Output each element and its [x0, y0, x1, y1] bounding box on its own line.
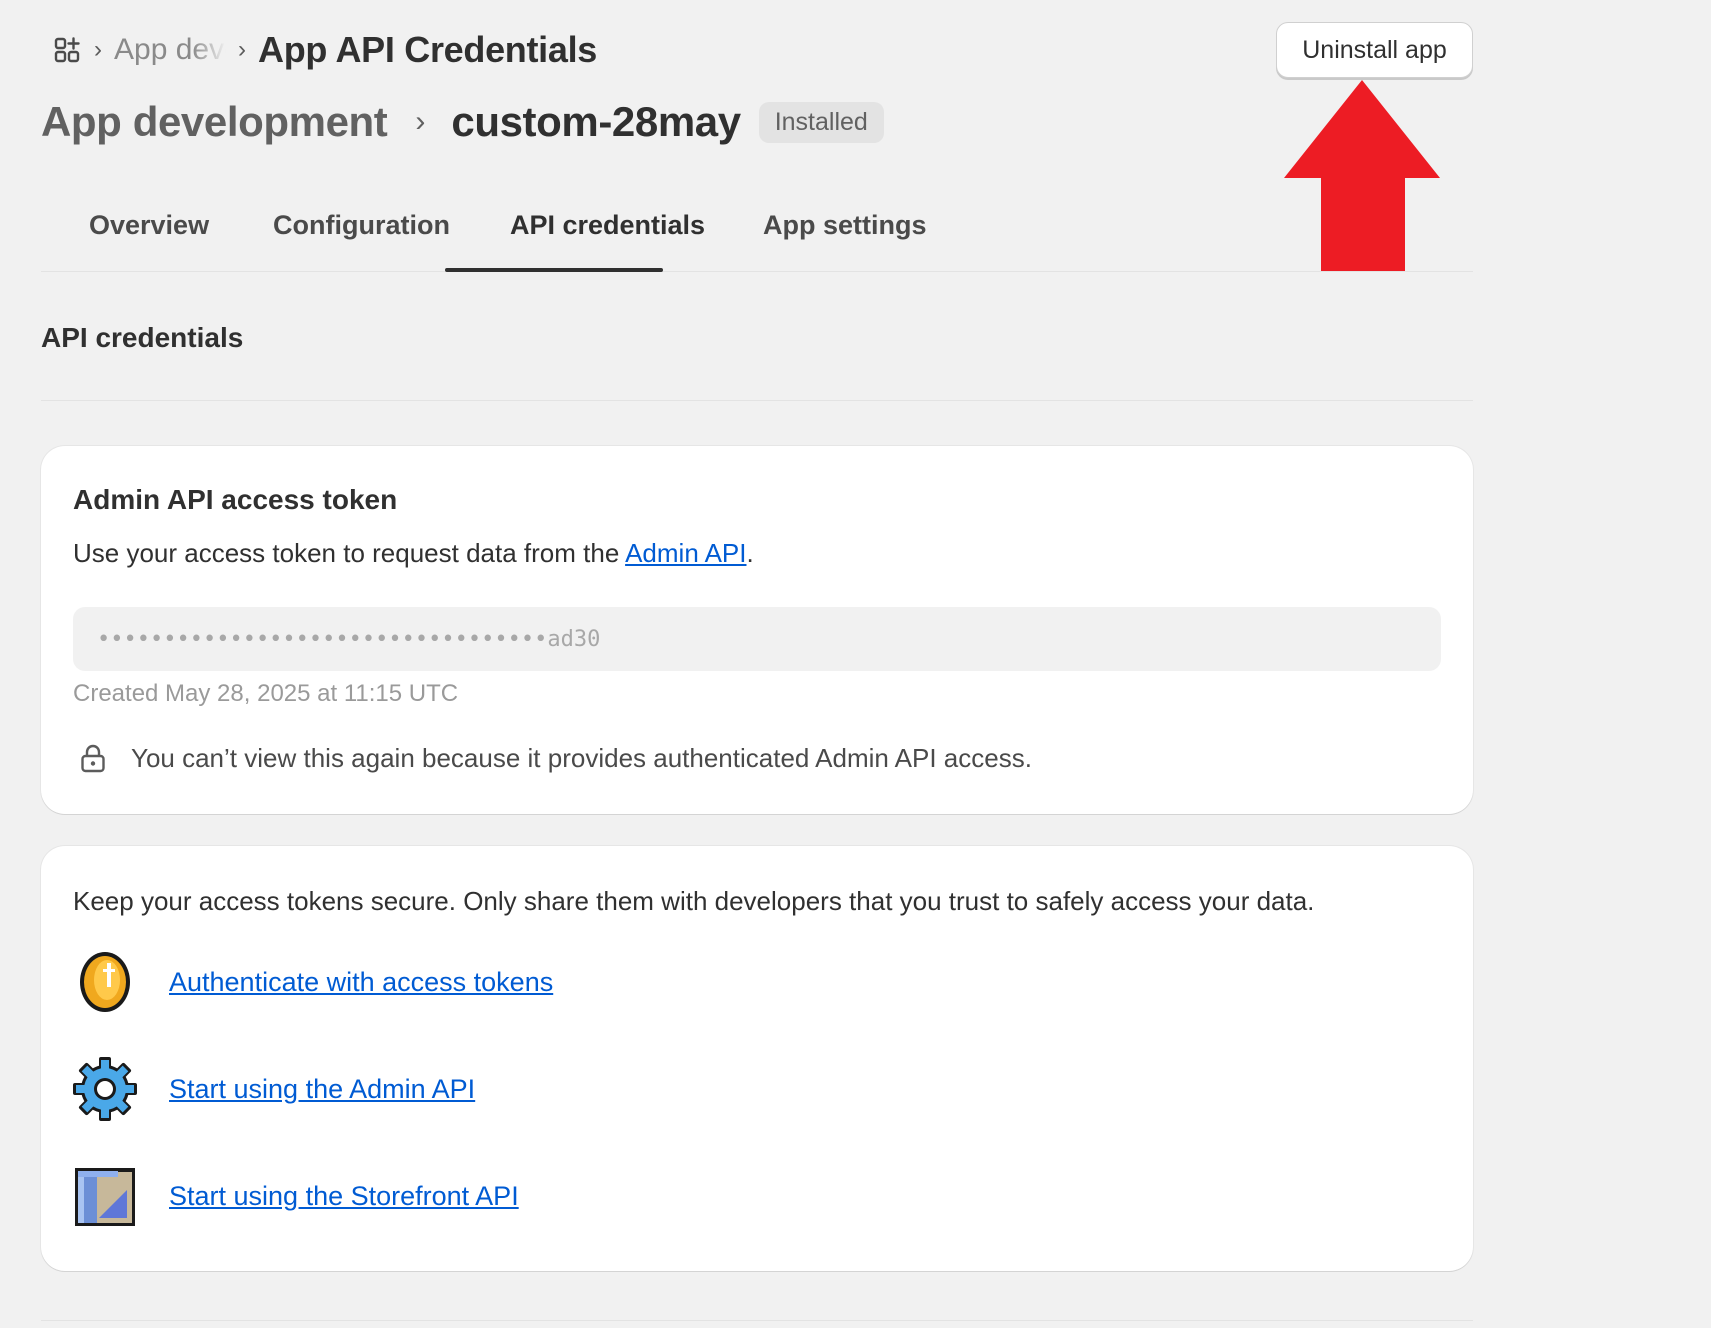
created-timestamp: Created May 28, 2025 at 11:15 UTC	[73, 680, 459, 707]
security-notice-text: You can’t view this again because it pro…	[131, 742, 1032, 773]
resource-item: Start using the Admin API	[73, 1057, 475, 1121]
security-tip: Keep your access tokens secure. Only sha…	[73, 886, 1315, 916]
description-suffix: .	[746, 538, 754, 568]
tab-overview[interactable]: Overview	[89, 196, 209, 272]
status-badge: Installed	[758, 101, 884, 143]
page: › App development › App API Credentials …	[0, 0, 1711, 1328]
tab-configuration[interactable]: Configuration	[273, 196, 450, 272]
lock-icon	[77, 742, 109, 774]
coin-icon	[73, 950, 137, 1014]
security-notice: You can’t view this again because it pro…	[77, 742, 1032, 774]
admin-api-link[interactable]: Admin API	[625, 538, 746, 568]
storefront-api-link[interactable]: Start using the Storefront API	[169, 1181, 519, 1212]
title-parent-link[interactable]: App development	[41, 98, 388, 146]
uninstall-app-button[interactable]: Uninstall app	[1276, 22, 1473, 78]
description-text: Use your access token to request data fr…	[73, 538, 626, 568]
tab-api-credentials[interactable]: API credentials	[510, 196, 705, 272]
app-name: custom-28may	[451, 98, 741, 145]
admin-api-start-link[interactable]: Start using the Admin API	[169, 1074, 475, 1105]
tab-bar: Overview Configuration API credentials A…	[41, 196, 1473, 272]
access-token-card: Admin API access token Use your access t…	[41, 446, 1473, 814]
divider	[41, 400, 1473, 401]
page-title: App development › custom-28may Installed	[41, 96, 884, 148]
access-token-field[interactable]: ••••••••••••••••••••••••••••••••••ad30	[73, 607, 1441, 671]
breadcrumb: › App development › App API Credentials	[52, 28, 597, 72]
breadcrumb-parent-link[interactable]: App development	[114, 33, 226, 67]
card-description: Use your access token to request data fr…	[73, 538, 754, 569]
resource-item: Authenticate with access tokens	[73, 950, 553, 1014]
authenticate-tokens-link[interactable]: Authenticate with access tokens	[169, 967, 553, 998]
tab-app-settings[interactable]: App settings	[763, 196, 927, 272]
resource-item: Start using the Storefront API	[73, 1164, 519, 1228]
apps-icon[interactable]	[52, 35, 82, 65]
gear-icon	[73, 1057, 137, 1121]
resources-card: Keep your access tokens secure. Only sha…	[41, 846, 1473, 1271]
breadcrumb-current: App API Credentials	[258, 29, 598, 70]
chevron-right-icon: ›	[415, 105, 426, 138]
active-tab-indicator	[445, 268, 663, 272]
divider	[41, 1320, 1473, 1321]
section-title: API credentials	[41, 322, 244, 353]
chevron-right-icon: ›	[94, 36, 102, 63]
blueprint-icon	[73, 1164, 137, 1228]
chevron-right-icon: ›	[238, 36, 246, 63]
card-title: Admin API access token	[73, 484, 398, 515]
